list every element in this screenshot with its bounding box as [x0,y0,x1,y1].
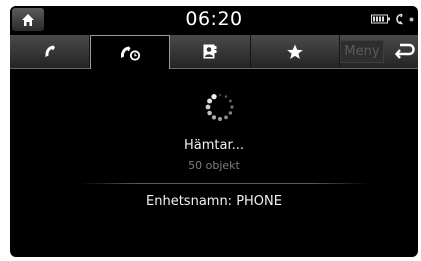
dot-indicator-icon [409,17,414,21]
handset-clock-icon [121,46,141,61]
spinner-dot [205,104,211,110]
tab-favorites[interactable] [251,35,340,68]
phone-signal-icon [396,13,404,25]
battery-icon [371,14,390,24]
phone-screen: 06:20 Meny Hämtar... 50 objekt Enhetsnam… [10,6,418,257]
spinner-dot [230,105,234,109]
back-arrow-icon [394,43,415,59]
loading-spinner-icon [205,93,234,121]
spinner-dot [228,99,232,103]
divider [80,183,370,184]
spinner-dot [218,93,222,97]
contacts-book-icon [203,44,217,58]
spinner-dot [207,110,212,116]
tab-recent-calls[interactable] [90,35,170,69]
spinner-dot [211,115,217,120]
tab-call-history[interactable] [10,35,90,68]
menu-button[interactable]: Meny [340,40,384,63]
spinner-dot [207,98,213,104]
tab-contacts[interactable] [170,35,251,68]
tab-bar: Meny [10,35,418,69]
device-name: Enhetsnamn: PHONE [146,194,282,209]
spinner-dot [224,115,228,120]
star-icon [287,44,303,59]
spinner-dot [211,93,217,100]
spinner-dot [228,111,233,115]
status-icons [371,13,414,25]
spinner-dot [224,95,228,98]
clock: 06:20 [185,8,243,30]
back-button[interactable] [394,41,416,65]
status-bar: 06:20 [10,6,418,34]
handset-icon [45,45,55,57]
item-count: 50 objekt [188,159,240,172]
spinner-dot [218,117,222,121]
loading-label: Hämtar... [183,138,245,153]
